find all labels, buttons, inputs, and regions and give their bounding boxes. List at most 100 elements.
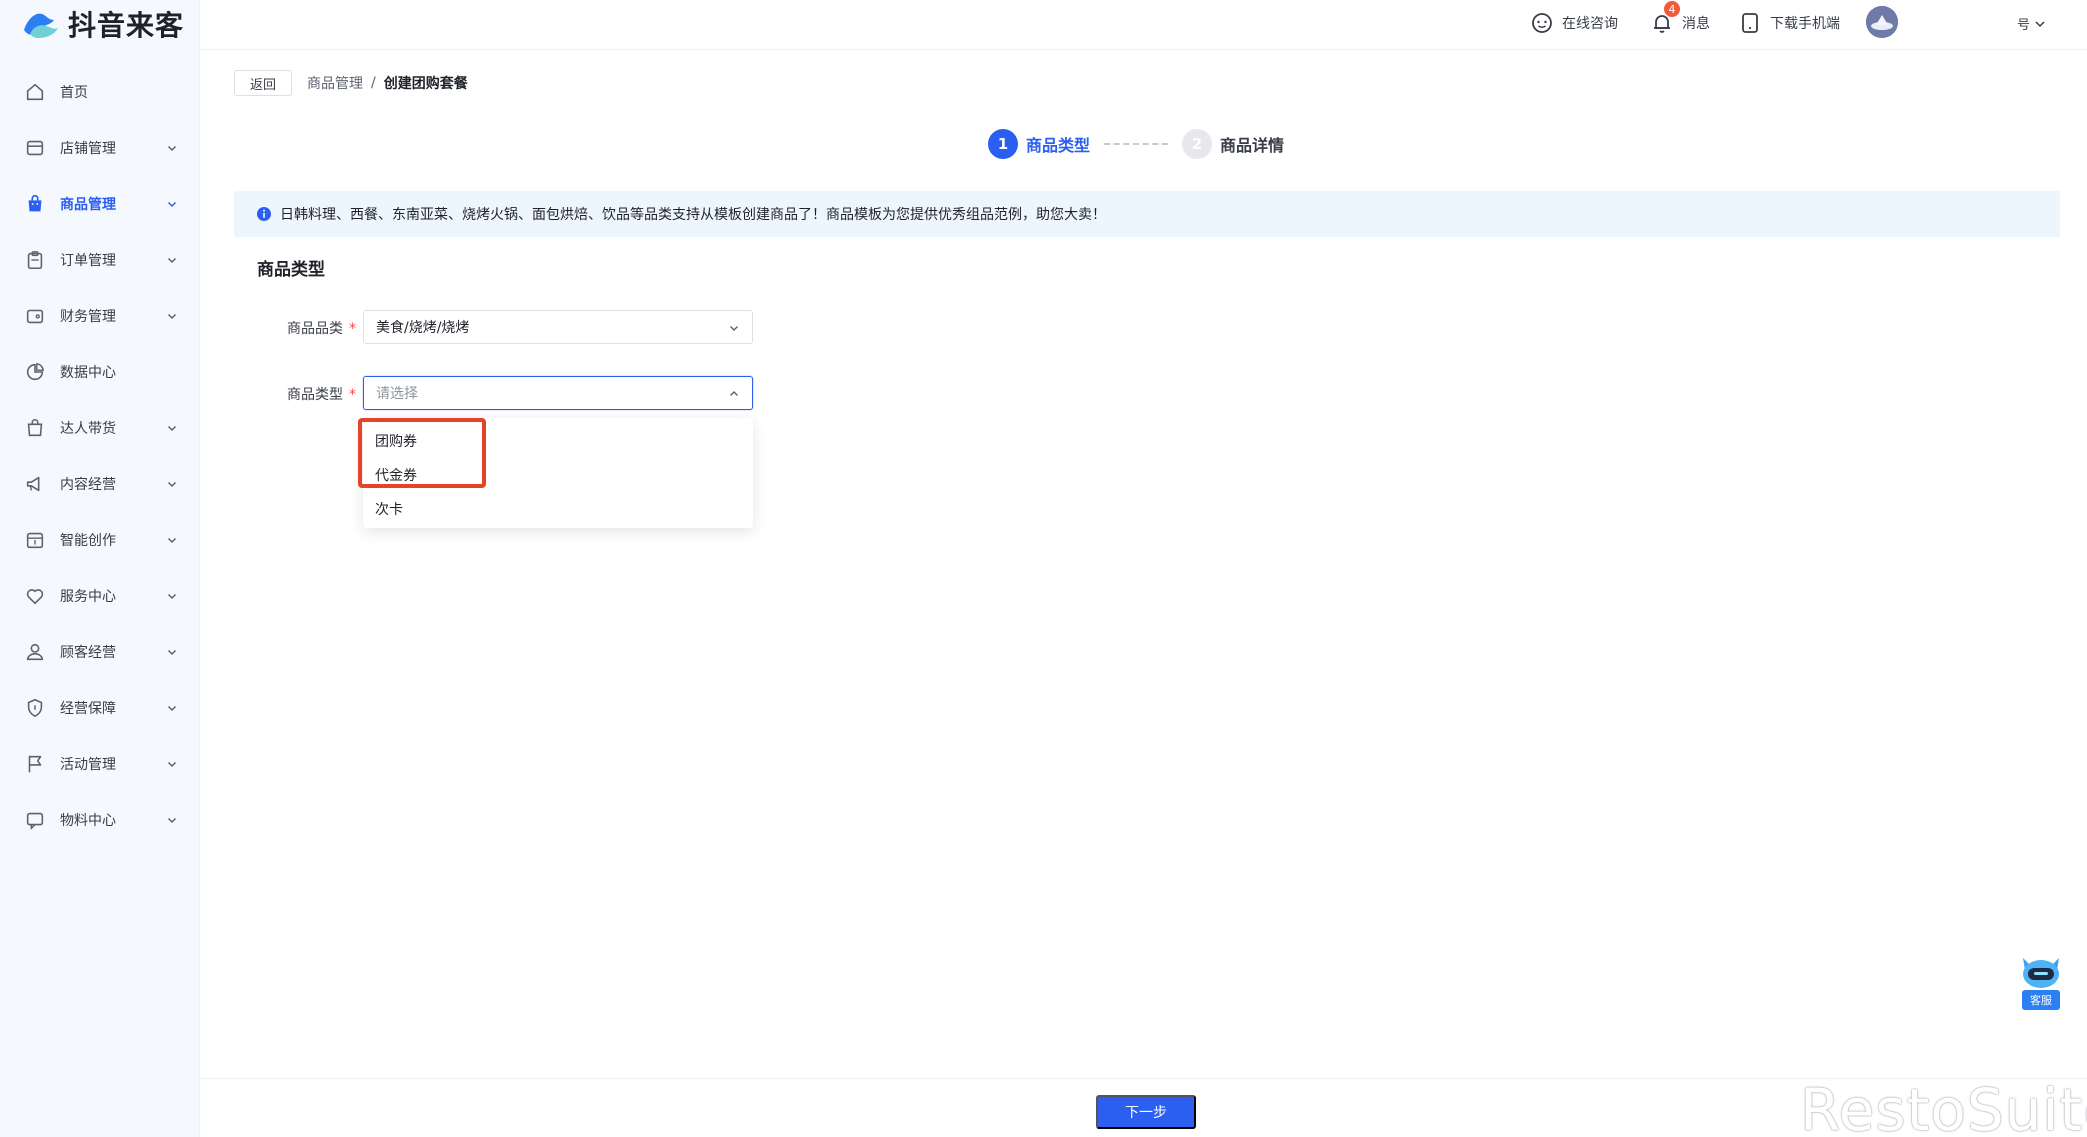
- sidebar-item-10[interactable]: 顾客经营: [0, 624, 200, 680]
- chevron-down-icon: [167, 145, 177, 152]
- pie-chart-icon: [26, 362, 45, 381]
- user-avatar[interactable]: [1866, 6, 1898, 38]
- calendar-icon: [26, 532, 44, 549]
- shield-icon: [27, 698, 43, 718]
- sidebar-item-5[interactable]: 数据中心: [0, 344, 200, 400]
- sidebar-item-3[interactable]: 订单管理: [0, 232, 200, 288]
- category-select[interactable]: 美食/烧烤/烧烤: [363, 310, 753, 344]
- chevron-down-icon: [167, 593, 177, 600]
- sidebar-item-label: 活动管理: [60, 757, 116, 773]
- sidebar-item-label: 服务中心: [60, 589, 116, 605]
- sidebar-nav: 首页店铺管理商品管理订单管理财务管理数据中心达人带货内容经营智能创作服务中心顾客…: [0, 64, 200, 848]
- chevron-down-icon: [167, 705, 177, 712]
- sidebar-item-6[interactable]: 达人带货: [0, 400, 200, 456]
- type-option-voucher[interactable]: 代金券: [363, 458, 753, 492]
- type-select-placeholder: 请选择: [376, 386, 418, 402]
- step-1-circle: 1: [988, 129, 1018, 159]
- chevron-down-icon: [167, 649, 177, 656]
- wallet-icon: [26, 309, 44, 324]
- template-notice-banner: 日韩料理、西餐、东南亚菜、烧烤火锅、面包烘焙、饮品等品类支持从模板创建商品了！商…: [234, 191, 2060, 237]
- megaphone-icon: [26, 476, 40, 492]
- sidebar-item-8[interactable]: 智能创作: [0, 512, 200, 568]
- breadcrumb-separator: /: [371, 75, 376, 91]
- robot-mascot-icon: [2023, 958, 2059, 988]
- messages-label: 消息: [1682, 16, 1710, 32]
- download-app-button[interactable]: 下载手机端: [1738, 10, 1840, 36]
- type-label: 商品类型 *: [287, 384, 356, 404]
- sidebar-item-label: 物料中心: [60, 813, 116, 829]
- sidebar-item-9[interactable]: 服务中心: [0, 568, 200, 624]
- breadcrumb-parent[interactable]: 商品管理: [307, 73, 363, 93]
- type-option-punch-card[interactable]: 次卡: [363, 492, 753, 526]
- sidebar-item-label: 达人带货: [60, 421, 116, 437]
- avatar-image-icon: [1866, 6, 1898, 38]
- notice-text: 日韩料理、西餐、东南亚菜、烧烤火锅、面包烘焙、饮品等品类支持从模板创建商品了！商…: [280, 207, 1106, 223]
- sidebar-item-11[interactable]: 经营保障: [0, 680, 200, 736]
- douyin-laike-logo-icon: [24, 13, 58, 38]
- sidebar-item-7[interactable]: 内容经营: [0, 456, 200, 512]
- mobile-phone-icon: [1742, 13, 1758, 33]
- sidebar-item-label: 智能创作: [60, 533, 116, 549]
- sidebar-item-12[interactable]: 活动管理: [0, 736, 200, 792]
- required-mark: *: [349, 387, 356, 403]
- type-dropdown-menu: 团购券 代金券 次卡: [363, 418, 753, 528]
- sidebar-item-0[interactable]: 首页: [0, 64, 200, 120]
- sidebar-item-13[interactable]: 物料中心: [0, 792, 200, 848]
- step-2-circle: 2: [1182, 129, 1213, 159]
- brand-logo[interactable]: 抖音来客: [20, 6, 184, 42]
- sidebar-item-label: 内容经营: [60, 477, 116, 493]
- chevron-down-icon: [167, 537, 177, 544]
- section-title: 商品类型: [257, 260, 325, 280]
- store-icon: [26, 140, 44, 156]
- sidebar-item-label: 商品管理: [60, 197, 116, 213]
- message-count-badge: 4: [1664, 1, 1680, 17]
- home-icon: [26, 83, 44, 101]
- category-select-value: 美食/烧烤/烧烤: [376, 320, 470, 336]
- user-icon: [26, 643, 44, 661]
- chevron-down-icon: [167, 257, 177, 264]
- sidebar-item-1[interactable]: 店铺管理: [0, 120, 200, 176]
- sidebar-item-label: 数据中心: [60, 365, 116, 381]
- next-step-button[interactable]: 下一步: [1096, 1095, 1196, 1129]
- download-app-label: 下载手机端: [1770, 16, 1840, 32]
- back-button[interactable]: 返回: [234, 70, 292, 96]
- sidebar-item-2[interactable]: 商品管理: [0, 176, 200, 232]
- chevron-down-icon: [167, 761, 177, 768]
- clipboard-icon: [27, 251, 43, 270]
- category-label-text: 商品品类: [287, 321, 343, 337]
- category-label: 商品品类 *: [287, 318, 356, 338]
- step-connector: [1104, 143, 1169, 145]
- sidebar-item-4[interactable]: 财务管理: [0, 288, 200, 344]
- brand-name: 抖音来客: [68, 9, 185, 42]
- bag-icon: [28, 194, 42, 212]
- required-mark: *: [349, 321, 356, 337]
- chevron-down-icon: [167, 313, 177, 320]
- step-indicator: 1 商品类型 2 商品详情: [988, 128, 1284, 160]
- shopping-bag-icon: [27, 419, 43, 437]
- info-icon: [257, 207, 271, 221]
- sidebar-item-label: 首页: [60, 85, 88, 101]
- chevron-down-icon: [167, 201, 177, 208]
- chat-bubble-icon: [1532, 13, 1552, 33]
- sidebar-item-label: 店铺管理: [60, 141, 116, 157]
- chevron-up-icon: [730, 391, 738, 396]
- sidebar-item-label: 顾客经营: [60, 645, 116, 661]
- type-option-group-buy[interactable]: 团购券: [363, 424, 753, 458]
- online-consult-button[interactable]: 在线咨询: [1530, 10, 1618, 36]
- flag-icon: [28, 755, 42, 773]
- messages-button[interactable]: 4 消息: [1650, 1, 1710, 36]
- user-menu-dropdown[interactable]: 号: [2017, 14, 2046, 33]
- chevron-down-icon: [2035, 20, 2045, 27]
- step-1-label: 商品类型: [1026, 136, 1091, 155]
- sidebar-item-label: 财务管理: [60, 309, 116, 325]
- top-header: 在线咨询 4 消息 下载手机端 号: [200, 0, 2087, 50]
- breadcrumb-current: 创建团购套餐: [383, 76, 468, 92]
- online-consult-label: 在线咨询: [1562, 16, 1618, 32]
- chevron-down-icon: [730, 326, 738, 331]
- breadcrumb: 商品管理 / 创建团购套餐: [307, 73, 468, 93]
- customer-service-label: 客服: [2022, 990, 2060, 1010]
- bell-wrapper: 4: [1650, 1, 1680, 35]
- message-box-icon: [26, 812, 44, 831]
- heart-icon: [26, 589, 44, 605]
- type-select[interactable]: 请选择: [363, 376, 753, 410]
